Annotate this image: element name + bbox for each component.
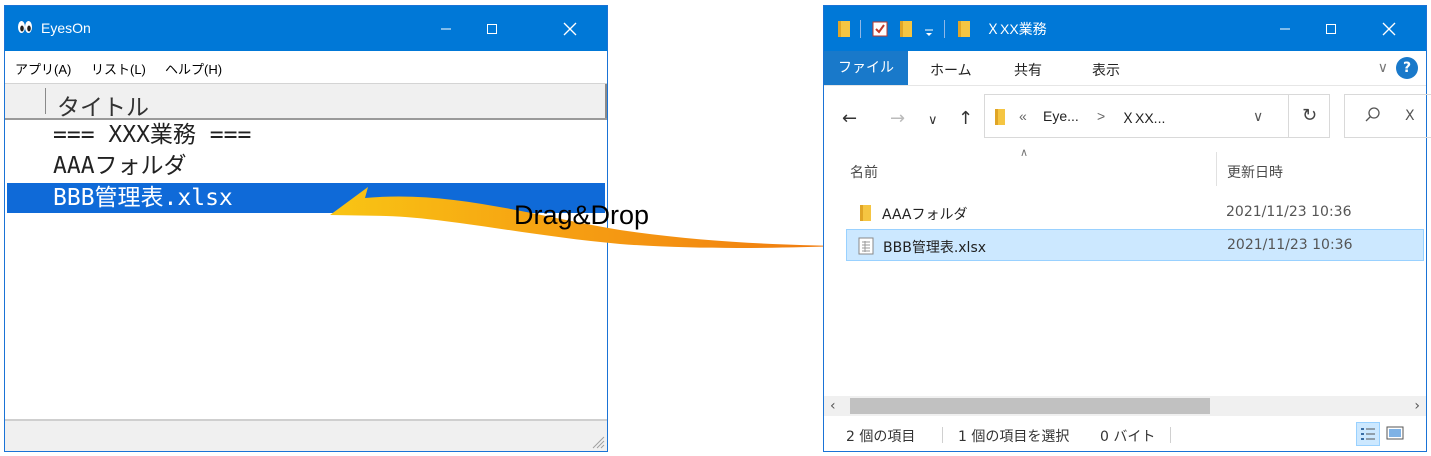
file-row-selected[interactable]: BBB管理表.xlsx 2021/11/23 10:36: [846, 229, 1424, 261]
close-icon: [1382, 22, 1396, 35]
maximize-button[interactable]: [469, 6, 515, 51]
status-divider: [1170, 427, 1171, 443]
eyes-icon: [18, 21, 32, 33]
minimize-button[interactable]: [1262, 6, 1308, 51]
close-icon: [563, 22, 577, 35]
file-row[interactable]: AAAフォルダ 2021/11/23 10:36: [846, 197, 1424, 229]
maximize-button[interactable]: [1308, 6, 1354, 51]
breadcrumb-item[interactable]: Eye...: [1043, 108, 1079, 124]
folder-icon: [860, 205, 871, 221]
minimize-button[interactable]: [423, 6, 469, 51]
selection-size: 0 バイト: [1100, 429, 1156, 445]
file-date: 2021/11/23 10:36: [1227, 237, 1353, 253]
details-view-button[interactable]: [1356, 422, 1380, 446]
window-title: EyesOn: [41, 20, 91, 36]
help-icon[interactable]: ?: [1396, 57, 1418, 79]
breadcrumb-overflow[interactable]: «: [1019, 108, 1027, 124]
minimize-icon: [1280, 28, 1290, 29]
menu-app[interactable]: アプリ(A): [15, 59, 71, 78]
breadcrumb-separator[interactable]: >: [1097, 108, 1105, 124]
list-header: タイトル: [5, 83, 607, 122]
tab-file[interactable]: ファイル: [824, 51, 908, 85]
column-header-name[interactable]: 名前: [850, 162, 878, 182]
folder-icon: [838, 21, 850, 37]
scrollbar-thumb[interactable]: [850, 398, 1210, 414]
recent-chevron-icon[interactable]: ∨: [928, 113, 938, 128]
drag-drop-label: Drag&Drop: [514, 200, 650, 230]
details-view-icon: [1361, 428, 1375, 440]
horizontal-scrollbar[interactable]: ‹ ›: [824, 396, 1426, 416]
folder-icon: [995, 109, 1005, 125]
list-item[interactable]: === XXX業務 ===: [7, 120, 605, 150]
large-icons-view-icon: [1386, 426, 1404, 440]
file-name: AAAフォルダ: [882, 207, 968, 223]
minimize-icon: [441, 28, 451, 29]
selection-count: 1 個の項目を選択: [958, 429, 1070, 445]
folder-icon: [958, 21, 970, 37]
breadcrumb-item[interactable]: ＸXX...: [1121, 108, 1165, 128]
ribbon-tabs: ファイル ホーム 共有 表示 ∨ ?: [824, 51, 1426, 86]
maximize-icon: [1326, 23, 1336, 34]
header-edge: [605, 84, 607, 118]
sort-ascending-icon: ∧: [1020, 146, 1029, 159]
file-icon: [858, 237, 874, 255]
window-title: ＸXX業務: [986, 21, 1047, 37]
explorer-titlebar[interactable]: ＸXX業務: [824, 6, 1426, 51]
forward-arrow-icon[interactable]: →: [890, 108, 905, 129]
ribbon-expand-icon[interactable]: ∨: [1378, 60, 1388, 76]
explorer-status-bar: 2 個の項目 1 個の項目を選択 0 バイト: [824, 417, 1426, 451]
large-icons-view-button[interactable]: [1384, 422, 1408, 446]
column-divider[interactable]: [1216, 152, 1217, 186]
close-button[interactable]: [547, 6, 593, 51]
file-name: BBB管理表.xlsx: [883, 240, 987, 256]
refresh-button[interactable]: ↻: [1288, 94, 1330, 138]
new-folder-icon[interactable]: [898, 20, 914, 38]
tab-share[interactable]: 共有: [1014, 60, 1042, 80]
properties-icon[interactable]: [872, 20, 888, 38]
menu-bar: アプリ(A) リスト(L) ヘルプ(H): [5, 51, 607, 81]
status-bar: [5, 419, 607, 451]
up-arrow-icon[interactable]: ↑: [958, 108, 973, 129]
maximize-icon: [487, 23, 497, 34]
toolbar-divider: [944, 20, 945, 38]
menu-list[interactable]: リスト(L): [91, 59, 146, 78]
address-bar[interactable]: « Eye... > ＸXX... ∨: [984, 94, 1330, 138]
menu-help[interactable]: ヘルプ(H): [165, 59, 222, 78]
tab-home[interactable]: ホーム: [930, 60, 972, 80]
item-count: 2 個の項目: [846, 429, 916, 445]
column-header-title[interactable]: タイトル: [57, 88, 149, 122]
column-headers: 名前 ∧ 更新日時: [824, 146, 1426, 188]
title-list[interactable]: === XXX業務 === AAAフォルダ BBB管理表.xlsx: [5, 120, 607, 421]
eyeson-titlebar[interactable]: EyesOn: [5, 6, 607, 51]
qat-dropdown-icon[interactable]: [924, 24, 934, 42]
back-arrow-icon[interactable]: ←: [842, 108, 857, 129]
resize-grip-icon[interactable]: [589, 433, 605, 449]
status-divider: [942, 427, 943, 443]
close-button[interactable]: [1366, 6, 1412, 51]
column-divider[interactable]: [45, 88, 46, 114]
scroll-right-icon[interactable]: ›: [1414, 396, 1420, 416]
refresh-icon: ↻: [1301, 105, 1318, 126]
address-dropdown-icon[interactable]: ∨: [1253, 108, 1263, 125]
navigation-bar: ← → ∨ ↑ « Eye... > ＸXX... ∨ ↻ X: [824, 86, 1431, 146]
explorer-window: ＸXX業務 ファイル ホーム 共有 表示 ∨ ? ← → ∨ ↑ « Eye..…: [823, 5, 1431, 452]
tab-view[interactable]: 表示: [1092, 60, 1120, 80]
search-placeholder: X: [1405, 108, 1415, 124]
column-header-date[interactable]: 更新日時: [1227, 162, 1283, 182]
search-icon: [1365, 107, 1380, 122]
toolbar-divider: [860, 20, 861, 38]
file-date: 2021/11/23 10:36: [1226, 204, 1352, 220]
scroll-left-icon[interactable]: ‹: [830, 396, 836, 416]
search-box[interactable]: X: [1344, 94, 1431, 138]
